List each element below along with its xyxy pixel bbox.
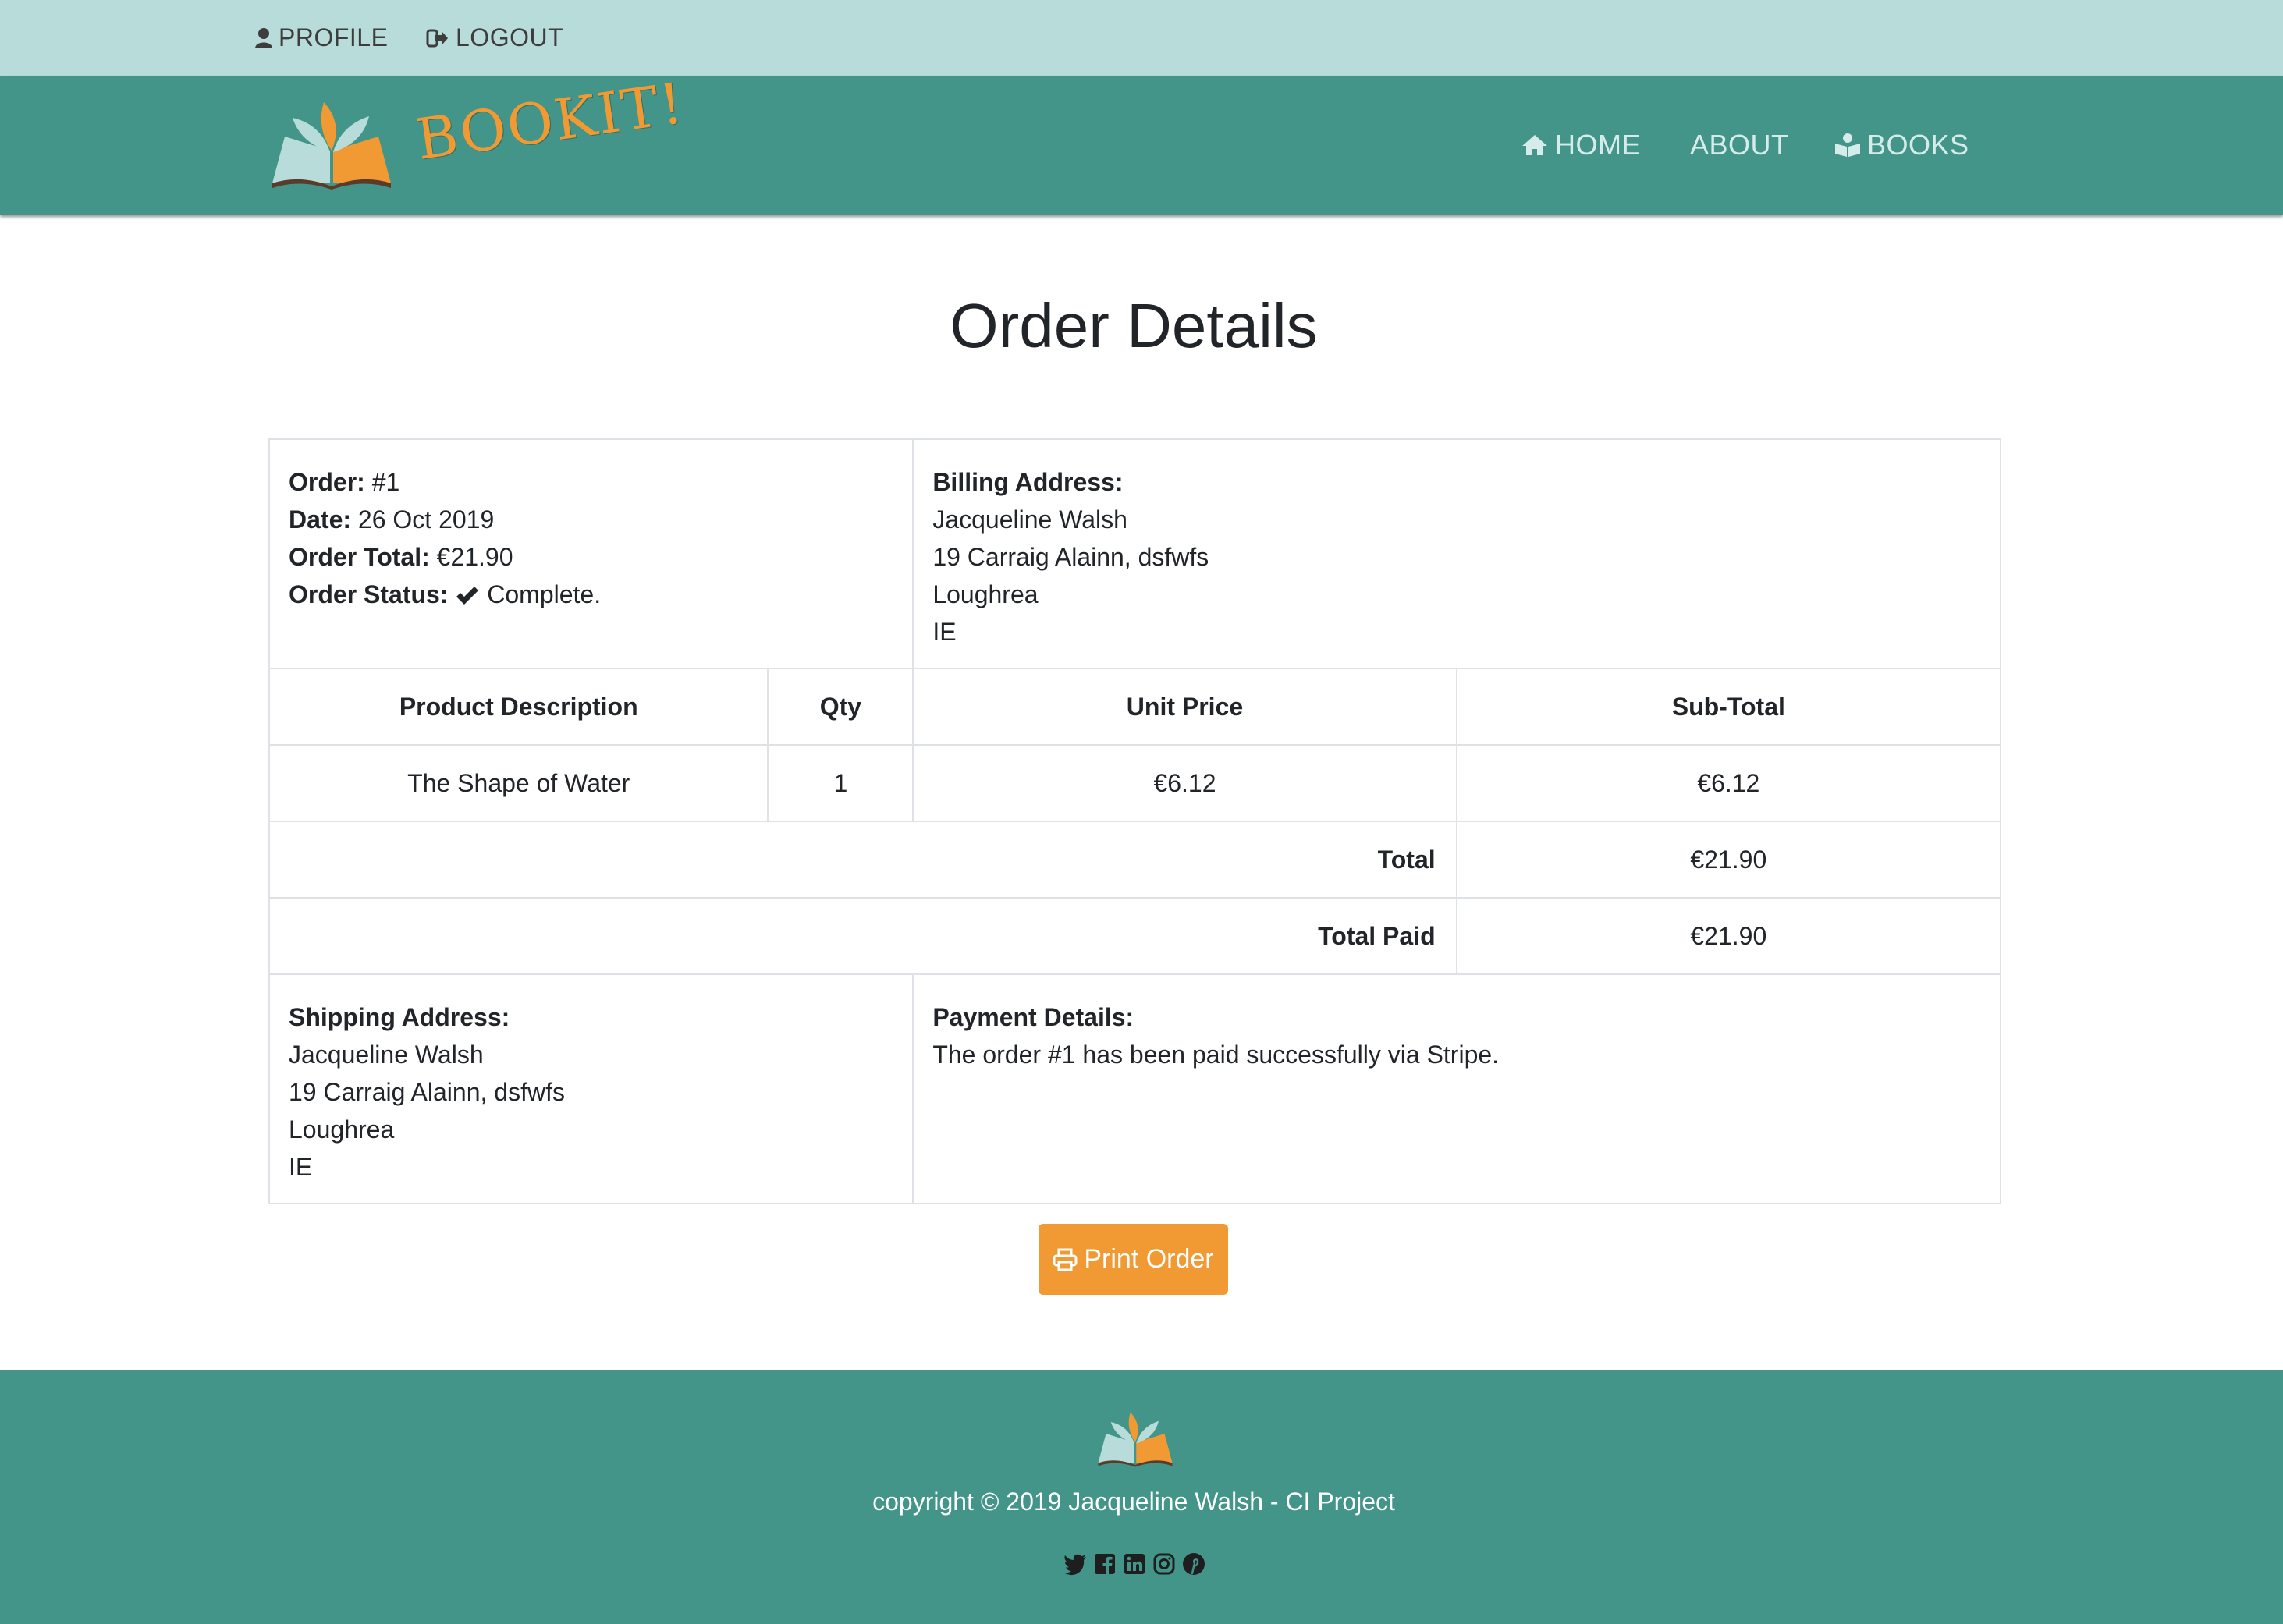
- sign-out-icon: [426, 29, 448, 47]
- column-header: Product Description: [268, 668, 769, 746]
- shipping-street: 19 Carraig Alainn, dsfwfs: [289, 1078, 565, 1106]
- billing-address-cell: Billing Address: Jacqueline Walsh 19 Car…: [912, 438, 2001, 669]
- table-row: The Shape of Water 1 €6.12 €6.12: [268, 744, 2002, 822]
- order-status-line: Order Status: Complete.: [289, 576, 893, 613]
- order-status-label: Order Status:: [289, 580, 449, 608]
- twitter-icon[interactable]: [1063, 1551, 1088, 1576]
- order-number-label: Order:: [289, 468, 365, 496]
- social-links: [1063, 1551, 1206, 1576]
- payment-details-label: Payment Details:: [932, 1003, 1134, 1031]
- total-paid-label: Total Paid: [268, 897, 1457, 975]
- profile-link[interactable]: PROFILE: [255, 0, 388, 76]
- quantity-cell: 1: [767, 744, 914, 822]
- instagram-icon[interactable]: [1152, 1551, 1177, 1576]
- shipping-payment-row: Shipping Address: Jacqueline Walsh 19 Ca…: [268, 973, 2001, 1204]
- nav-about[interactable]: ABOUT: [1690, 76, 1789, 215]
- nav-books[interactable]: BOOKS: [1834, 76, 1969, 215]
- billing-town: Loughrea: [932, 580, 1039, 608]
- billing-street: 19 Carraig Alainn, dsfwfs: [932, 543, 1209, 571]
- page-footer: copyright © 2019 Jacqueline Walsh - CI P…: [0, 1370, 2283, 1624]
- column-header: Unit Price: [912, 668, 1457, 746]
- billing-address-label: Billing Address:: [932, 468, 1124, 496]
- nav-home-label: HOME: [1555, 129, 1641, 161]
- total-row: Total €21.90: [268, 821, 2002, 899]
- shipping-address-label: Shipping Address:: [289, 1003, 510, 1031]
- print-icon: [1053, 1248, 1078, 1271]
- main-header: BOOKIT! HOME ABOUT BOOKS: [0, 70, 2283, 215]
- total-paid-row: Total Paid €21.90: [268, 897, 2002, 975]
- logout-label: LOGOUT: [456, 23, 564, 51]
- total-value: €21.90: [1455, 821, 2002, 899]
- order-summary-cell: Order: #1 Date: 26 Oct 2019 Order Total:…: [268, 438, 914, 669]
- linkedin-icon[interactable]: [1122, 1551, 1147, 1576]
- top-utility-bar: PROFILE LOGOUT: [0, 0, 2283, 76]
- book-logo-icon[interactable]: [269, 96, 394, 190]
- shipping-town: Loughrea: [289, 1115, 395, 1144]
- column-header: Qty: [767, 668, 914, 746]
- order-status-value: Complete.: [487, 580, 602, 608]
- profile-label: PROFILE: [279, 23, 389, 51]
- check-icon: [456, 587, 479, 605]
- billing-name: Jacqueline Walsh: [932, 505, 1127, 534]
- print-order-button[interactable]: Print Order: [1039, 1224, 1228, 1295]
- order-details-table: Order: #1 Date: 26 Oct 2019 Order Total:…: [268, 438, 2002, 1204]
- order-number-line: Order: #1: [289, 463, 893, 501]
- facebook-icon[interactable]: [1092, 1551, 1117, 1576]
- unit-price-cell: €6.12: [912, 744, 1457, 822]
- copyright-text: copyright © 2019 Jacqueline Walsh - CI P…: [872, 1487, 1395, 1516]
- total-paid-value: €21.90: [1455, 897, 2002, 975]
- order-total-value: €21.90: [436, 543, 513, 571]
- order-total-label: Order Total:: [289, 543, 430, 571]
- total-label: Total: [268, 821, 1457, 899]
- items-header-row: Product Description Qty Unit Price Sub-T…: [268, 668, 2002, 746]
- order-number-value: #1: [371, 468, 400, 496]
- book-reader-icon: [1835, 133, 1860, 157]
- brand-name[interactable]: BOOKIT!: [412, 70, 688, 172]
- shipping-name: Jacqueline Walsh: [289, 1041, 484, 1069]
- order-summary-row: Order: #1 Date: 26 Oct 2019 Order Total:…: [268, 438, 2001, 669]
- subtotal-cell: €6.12: [1455, 744, 2002, 822]
- page-title: Order Details: [950, 291, 1318, 360]
- logout-link[interactable]: LOGOUT: [426, 0, 563, 76]
- nav-about-label: ABOUT: [1690, 129, 1789, 161]
- order-date-value: 26 Oct 2019: [357, 505, 495, 534]
- user-icon: [255, 27, 272, 48]
- footer-book-logo-icon: [1098, 1412, 1173, 1467]
- print-order-label: Print Order: [1084, 1244, 1214, 1274]
- payment-details-cell: Payment Details: The order #1 has been p…: [912, 973, 2001, 1204]
- home-icon: [1522, 135, 1547, 155]
- column-header: Sub-Total: [1455, 668, 2002, 746]
- shipping-country: IE: [289, 1153, 313, 1181]
- product-description-cell: The Shape of Water: [268, 744, 769, 822]
- nav-books-label: BOOKS: [1867, 129, 1969, 161]
- billing-country: IE: [932, 618, 957, 646]
- payment-details-text: The order #1 has been paid successfully …: [932, 1041, 1500, 1069]
- shipping-address-cell: Shipping Address: Jacqueline Walsh 19 Ca…: [268, 973, 914, 1204]
- order-date-line: Date: 26 Oct 2019: [289, 501, 893, 538]
- pinterest-icon[interactable]: [1181, 1551, 1206, 1576]
- order-date-label: Date:: [289, 505, 352, 534]
- order-total-line: Order Total: €21.90: [289, 538, 893, 576]
- nav-home[interactable]: HOME: [1521, 76, 1641, 215]
